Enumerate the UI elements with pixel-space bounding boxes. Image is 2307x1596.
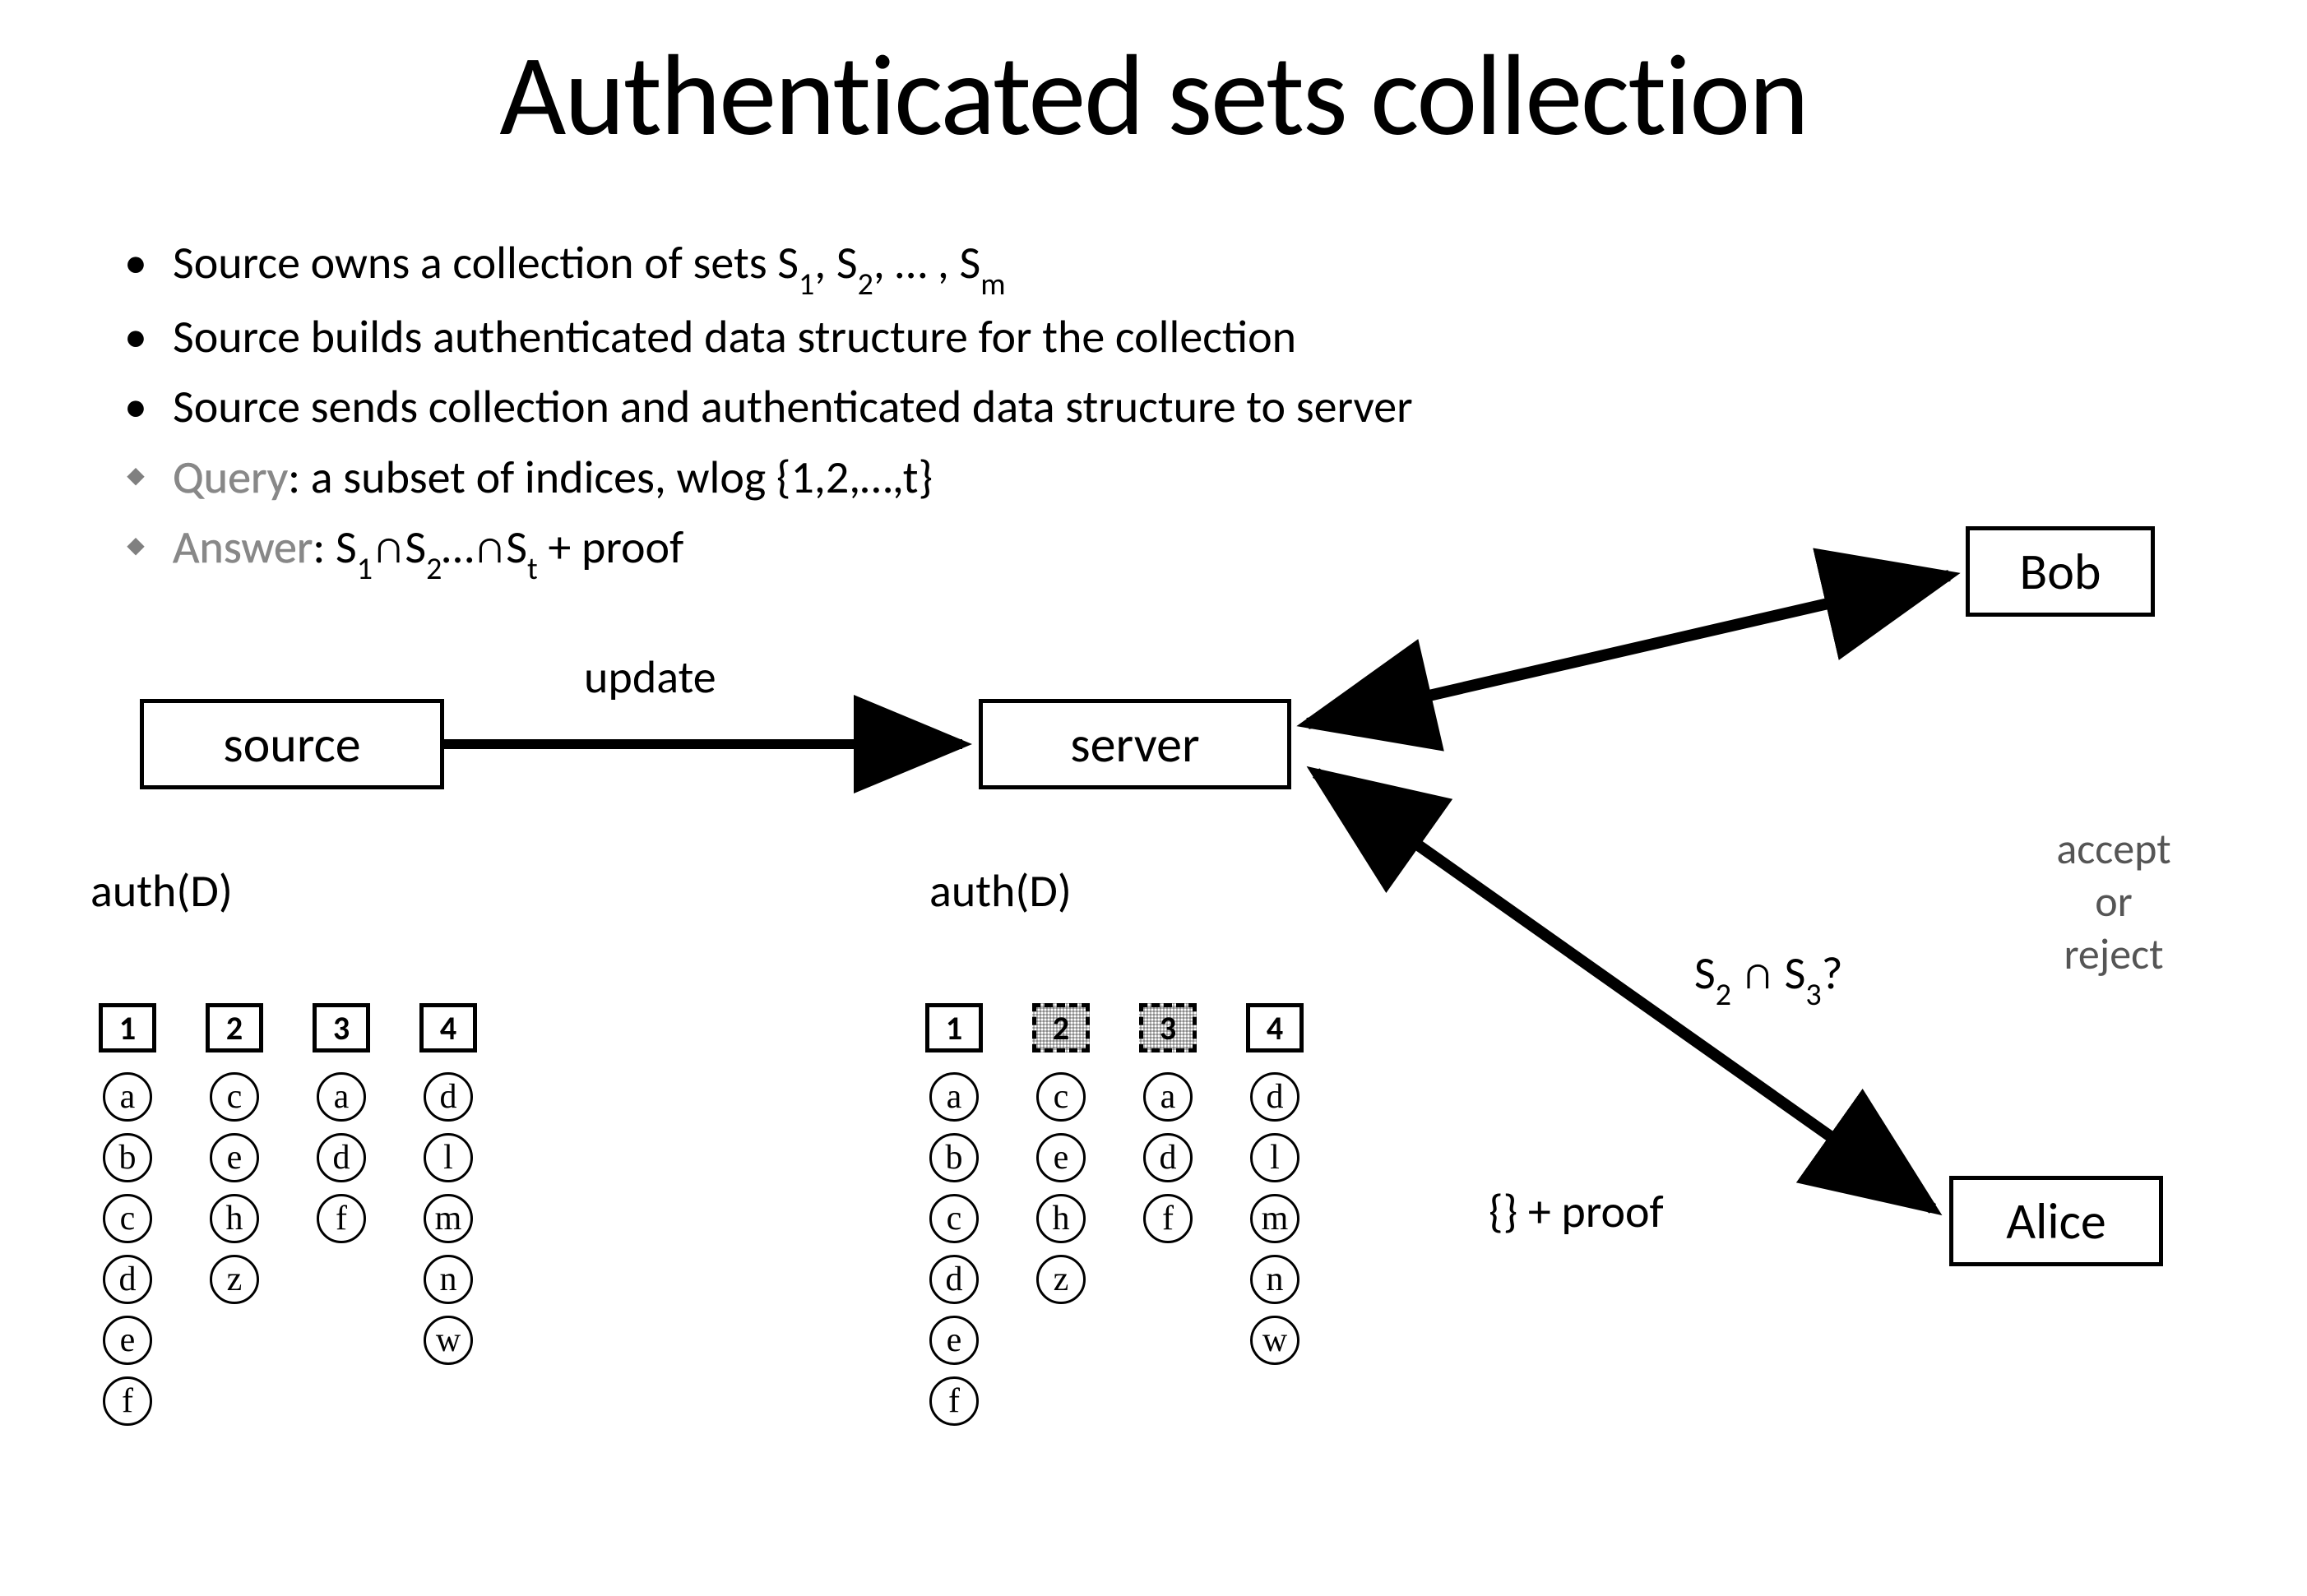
accept-reject-label: accept or reject: [2031, 822, 2196, 980]
set-column: 4 dlmnw: [419, 1003, 477, 1365]
set-element: d: [103, 1255, 152, 1304]
bullet-2: • Source builds authenticated data struc…: [99, 304, 1413, 371]
set-element: d: [1250, 1072, 1299, 1122]
set-element: n: [1250, 1255, 1299, 1304]
set-element: w: [1250, 1316, 1299, 1365]
bullet-text: Source builds authenticated data structu…: [173, 304, 1296, 371]
set-element: m: [424, 1194, 473, 1243]
set-element: c: [1036, 1072, 1086, 1122]
set-column: 3 adf: [1139, 1003, 1197, 1243]
slide-title: Authenticated sets collection: [0, 25, 2307, 165]
set-header: 1: [99, 1003, 156, 1052]
source-box: source: [140, 699, 444, 789]
set-element: f: [1143, 1194, 1193, 1243]
set-header: 3: [1139, 1003, 1197, 1052]
set-element: d: [1143, 1133, 1193, 1182]
bullet-dot: •: [99, 374, 173, 441]
set-header: 2: [1032, 1003, 1090, 1052]
set-element: a: [1143, 1072, 1193, 1122]
set-element: a: [103, 1072, 152, 1122]
answer-label: {} + proof: [1489, 1184, 1664, 1240]
bullet-list: • Source owns a collection of sets S1, S…: [99, 230, 1413, 589]
set-element: m: [1250, 1194, 1299, 1243]
bullet-dot: ◆: [99, 529, 173, 562]
set-header: 3: [313, 1003, 370, 1052]
bullet-4: ◆ Query: a subset of indices, wlog {1,2,…: [99, 445, 1413, 511]
query-label: S2 ∩ S3?: [1694, 946, 1843, 1007]
set-element: h: [1036, 1194, 1086, 1243]
bullet-text: Answer: S1∩S2…∩St + proof: [173, 515, 683, 585]
set-element: e: [103, 1316, 152, 1365]
set-column: 2 cehz: [206, 1003, 263, 1304]
set-element: l: [1250, 1133, 1299, 1182]
set-column: 4 dlmnw: [1246, 1003, 1304, 1365]
set-header: 2: [206, 1003, 263, 1052]
set-column: 1 abcdef: [925, 1003, 983, 1426]
set-element: a: [929, 1072, 979, 1122]
set-element: e: [210, 1133, 259, 1182]
set-element: d: [424, 1072, 473, 1122]
set-element: l: [424, 1133, 473, 1182]
bullet-3: • Source sends collection and authentica…: [99, 374, 1413, 441]
set-column: 1 abcdef: [99, 1003, 156, 1426]
set-element: b: [103, 1133, 152, 1182]
set-element: f: [103, 1376, 152, 1426]
set-header: 1: [925, 1003, 983, 1052]
set-element: c: [929, 1194, 979, 1243]
bullet-1: • Source owns a collection of sets S1, S…: [99, 230, 1413, 301]
set-element: w: [424, 1316, 473, 1365]
bullet-dot: •: [99, 304, 173, 371]
set-element: c: [210, 1072, 259, 1122]
set-header: 4: [419, 1003, 477, 1052]
bullet-dot: •: [99, 230, 173, 297]
set-element: a: [317, 1072, 366, 1122]
bullet-text: Source owns a collection of sets S1, S2,…: [173, 230, 1006, 301]
set-column: 2 cehz: [1032, 1003, 1090, 1304]
set-element: f: [317, 1194, 366, 1243]
set-element: e: [1036, 1133, 1086, 1182]
authd-right-label: auth(D): [929, 863, 1072, 919]
server-box: server: [979, 699, 1291, 789]
authd-left-label: auth(D): [90, 863, 233, 919]
set-header: 4: [1246, 1003, 1304, 1052]
bullet-dot: ◆: [99, 459, 173, 493]
bullet-text: Query: a subset of indices, wlog {1,2,…,…: [173, 445, 933, 511]
bullet-text: Source sends collection and authenticate…: [173, 374, 1413, 441]
bob-box: Bob: [1966, 526, 2155, 617]
set-element: d: [929, 1255, 979, 1304]
set-element: c: [103, 1194, 152, 1243]
update-label: update: [584, 650, 716, 705]
set-element: h: [210, 1194, 259, 1243]
set-element: f: [929, 1376, 979, 1426]
bullet-5: ◆ Answer: S1∩S2…∩St + proof: [99, 515, 1413, 585]
set-element: z: [1036, 1255, 1086, 1304]
set-element: n: [424, 1255, 473, 1304]
set-element: b: [929, 1133, 979, 1182]
slide: Authenticated sets collection • Source o…: [0, 0, 2307, 1596]
set-element: e: [929, 1316, 979, 1365]
set-column: 3 adf: [313, 1003, 370, 1243]
set-element: d: [317, 1133, 366, 1182]
set-element: z: [210, 1255, 259, 1304]
alice-box: Alice: [1949, 1176, 2163, 1266]
